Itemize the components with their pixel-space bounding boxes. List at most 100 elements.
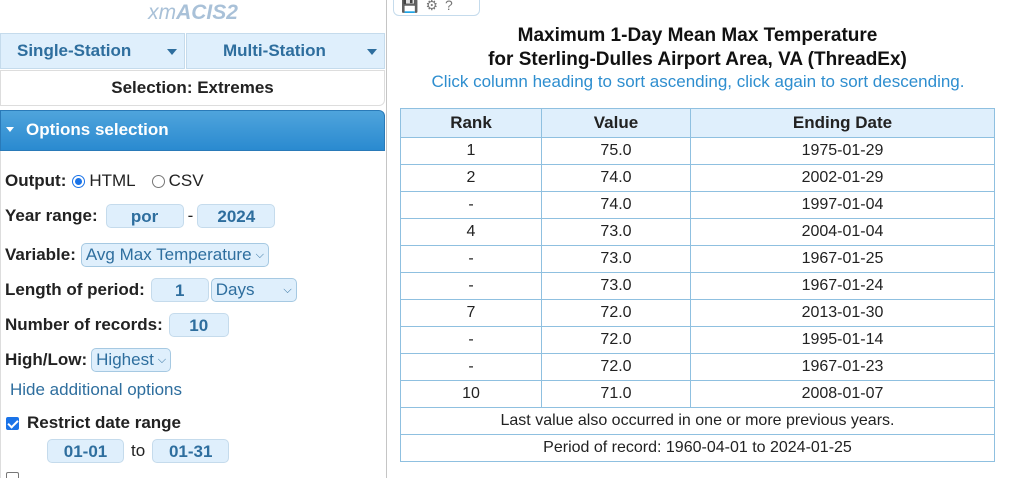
hide-additional-options-link[interactable]: Hide additional options [10,380,182,400]
table-row: -74.0 1997-01-04 [400,191,995,219]
table-row: 10 71.0 2008-01-07 [400,380,995,408]
records-label: Number of records: [5,315,163,334]
options-selection-header[interactable]: Options selection [0,110,385,151]
date-cell: 1975-01-29 [690,137,995,165]
sort-hint: Click column heading to sort ascending, … [431,72,965,91]
output-csv-label: CSV [168,171,204,190]
rank-cell: 10 [400,380,542,408]
value-cell: 74.0 [541,164,691,192]
table-row: 4 73.0 2004-01-04 [400,218,995,246]
value-cell: 73.0 [541,272,691,300]
length-row: Length of period: 1 Days ⌵ [5,278,297,302]
collapse-triangle-icon [6,127,14,132]
date-range-row: 01-01 to 01-31 [47,439,230,463]
table-row: -73.0 1967-01-25 [400,245,995,273]
rank-cell: - [400,245,542,273]
extra-option-row [6,472,27,478]
output-html-radio[interactable] [72,174,86,188]
value-cell: 72.0 [541,326,691,354]
table-row: -72.0 1967-01-23 [400,353,995,381]
output-label: Output: [5,171,67,190]
value-cell: 71.0 [541,380,691,408]
gear-icon[interactable]: ⚙ [425,0,438,12]
date-from-input[interactable]: 01-01 [47,439,124,463]
options-header-label: Options selection [26,120,169,139]
output-csv-radio[interactable] [151,174,165,188]
date-cell: 1995-01-14 [690,326,995,354]
length-input[interactable]: 1 [150,278,209,302]
restrict-date-checkbox[interactable] [6,416,19,430]
table-period-row: Period of record: 1960-04-01 to 2024-01-… [400,434,995,462]
date-cell: 1997-01-04 [690,191,995,219]
length-unit-value: Days [215,280,255,299]
year-range-dash: - [187,206,194,225]
variable-select[interactable]: Avg Max Temperature ⌵ [80,243,269,267]
year-end-input[interactable]: 2024 [197,204,276,228]
chevron-down-icon: ⌵ [157,353,167,366]
column-header-value[interactable]: Value [541,108,691,138]
highlow-select-value: Highest [96,350,154,369]
selection-title: Selection: Extremes [0,70,385,106]
variable-label: Variable: [5,245,76,264]
highlow-select[interactable]: Highest ⌵ [91,348,172,372]
repeat-value-note: Last value also occurred in one or more … [400,407,995,435]
restrict-date-label: Restrict date range [27,413,181,432]
column-header-rank[interactable]: Rank [400,108,542,138]
multi-station-button[interactable]: Multi-Station [186,33,385,69]
value-cell: 72.0 [541,299,691,327]
year-start-input[interactable]: por [105,204,184,228]
date-cell: 2008-01-07 [690,380,995,408]
single-station-label: Single-Station [17,41,132,60]
table-row: 1 75.0 1975-01-29 [400,137,995,165]
left-panel: xmACIS2 Single-Station Multi-Station Sel… [0,0,387,478]
save-icon[interactable]: 💾 [401,0,418,12]
report-title-line1: Maximum 1-Day Mean Max Temperature [517,25,878,46]
year-range-label: Year range: [5,206,98,225]
value-cell: 72.0 [541,353,691,381]
report-title: Maximum 1-Day Mean Max Temperature for S… [395,24,1000,72]
results-body: 1 75.0 1975-01-29 2 74.0 2002-01-29 -74.0 199… [400,137,995,462]
column-header-ending-date[interactable]: Ending Date [690,108,995,138]
date-cell: 2002-01-29 [690,164,995,192]
rank-cell: - [400,272,542,300]
date-range-to: to [131,441,146,460]
year-range-row: Year range: por - 2024 [5,204,276,228]
chevron-down-icon [367,49,377,55]
extra-option-checkbox[interactable] [6,472,19,478]
rank-cell: - [400,326,542,354]
chevron-down-icon: ⌵ [255,248,264,261]
single-station-button[interactable]: Single-Station [0,33,185,69]
date-cell: 1967-01-23 [690,353,995,381]
rank-cell: - [400,353,542,381]
length-label: Length of period: [5,280,145,299]
date-cell: 1967-01-24 [690,272,995,300]
multi-station-label: Multi-Station [223,41,326,60]
app-title-main: ACIS2 [176,1,238,24]
app-title-prefix: xm [148,1,177,24]
date-cell: 2004-01-04 [690,218,995,246]
date-to-input[interactable]: 01-31 [152,439,230,463]
highlow-row: High/Low: Highest ⌵ [5,348,172,372]
rank-cell: 4 [400,218,542,246]
help-icon[interactable]: ? [445,0,453,12]
period-of-record: Period of record: 1960-04-01 to 2024-01-… [400,434,995,462]
date-cell: 2013-01-30 [690,299,995,327]
results-table: Rank Value Ending Date 1 75.0 1975-01-29 2… [400,108,995,462]
variable-select-value: Avg Max Temperature [85,245,252,264]
chevron-down-icon [167,49,177,55]
rank-cell: 1 [400,137,542,165]
value-cell: 74.0 [541,191,691,219]
report-toolbar: 💾 ⚙ ? [393,0,480,16]
restrict-date-row: Restrict date range [6,413,181,433]
table-row: 7 72.0 2013-01-30 [400,299,995,327]
app-title: xmACIS2 [0,0,386,26]
table-header-row: Rank Value Ending Date [400,108,995,138]
table-row: -73.0 1967-01-24 [400,272,995,300]
records-input[interactable]: 10 [168,313,229,337]
output-row: Output: HTML CSV [5,171,204,191]
chevron-down-icon: ⌵ [283,283,292,296]
output-html-label: HTML [89,171,136,190]
report-title-line2: for Sterling-Dulles Airport Area, VA (Th… [488,49,907,70]
records-row: Number of records: 10 [5,313,229,337]
length-unit-select[interactable]: Days ⌵ [210,278,297,302]
